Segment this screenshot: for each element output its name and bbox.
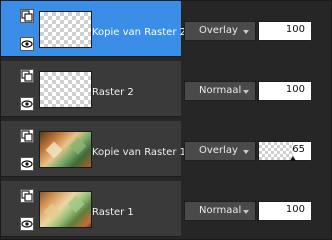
blend-mode-value: Normaal — [199, 85, 242, 96]
opacity-value: 100 — [285, 204, 305, 215]
opacity-slider[interactable]: 100 — [258, 21, 311, 41]
layer-name[interactable]: Raster 2 — [92, 87, 134, 98]
layer-thumbnail[interactable] — [39, 11, 92, 48]
opacity-value: 100 — [285, 24, 305, 35]
layer-group-icon[interactable] — [20, 9, 34, 23]
layer-thumbnail[interactable] — [39, 191, 92, 228]
layer-thumbnail[interactable] — [39, 131, 92, 168]
layer-row-raster-2[interactable]: Raster 2 — [1, 61, 181, 117]
chevron-down-icon — [243, 210, 249, 214]
eye-icon[interactable] — [20, 97, 34, 111]
opacity-value: 65 — [292, 144, 305, 155]
eye-icon[interactable] — [20, 37, 34, 51]
eye-icon[interactable] — [20, 217, 34, 231]
layer-row-raster-1[interactable]: Raster 1 — [1, 181, 181, 237]
blend-mode-dropdown[interactable]: Overlay — [184, 141, 256, 161]
layer-name[interactable]: Kopie van Raster 1 — [92, 147, 186, 158]
blend-mode-dropdown[interactable]: Overlay — [184, 21, 256, 41]
chevron-down-icon — [243, 90, 249, 94]
opacity-marker[interactable] — [290, 156, 296, 161]
blend-mode-value: Normaal — [199, 205, 242, 216]
layer-thumbnail[interactable] — [39, 71, 92, 108]
blend-mode-value: Overlay — [199, 25, 238, 36]
opacity-slider[interactable]: 100 — [258, 201, 311, 221]
blend-mode-dropdown[interactable]: Normaal — [184, 201, 256, 221]
blend-mode-value: Overlay — [199, 145, 238, 156]
blend-mode-dropdown[interactable]: Normaal — [184, 81, 256, 101]
layer-row-kopie-van-raster-2[interactable]: Kopie van Raster 2 — [1, 1, 186, 57]
layer-name[interactable]: Kopie van Raster 2 — [92, 27, 186, 38]
layer-row-kopie-van-raster-1[interactable]: Kopie van Raster 1 — [1, 121, 186, 177]
layer-group-icon[interactable] — [20, 129, 34, 143]
layer-group-icon[interactable] — [20, 69, 34, 83]
chevron-down-icon — [243, 30, 249, 34]
layers-panel: Kopie van Raster 2 Overlay 100 Raster 2 … — [0, 0, 332, 240]
opacity-slider[interactable]: 65 — [258, 141, 311, 161]
layer-name[interactable]: Raster 1 — [92, 207, 134, 218]
opacity-slider[interactable]: 100 — [258, 81, 311, 101]
layer-group-icon[interactable] — [20, 189, 34, 203]
chevron-down-icon — [243, 150, 249, 154]
opacity-value: 100 — [285, 84, 305, 95]
eye-icon[interactable] — [20, 157, 34, 171]
